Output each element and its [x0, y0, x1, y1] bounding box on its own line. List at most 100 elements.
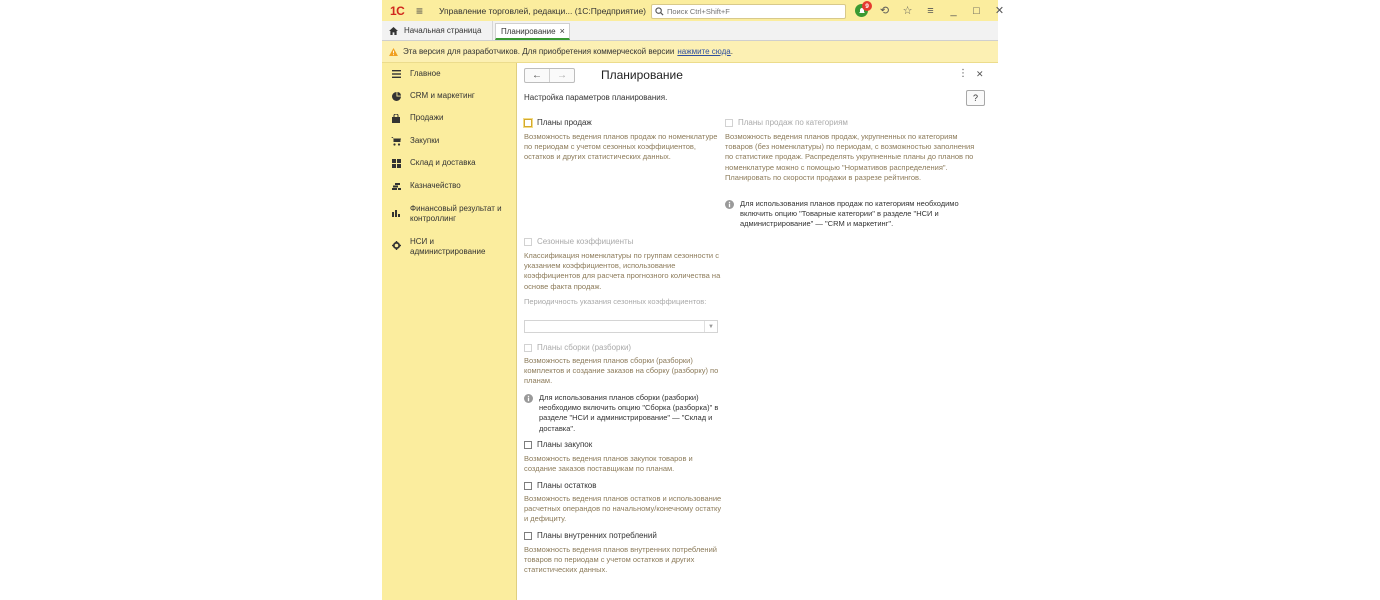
close-window-button[interactable]: ✕	[988, 4, 1011, 17]
search-icon	[655, 7, 664, 16]
sidebar-item-main[interactable]: Главное	[382, 69, 516, 79]
tab-planning-label: Планирование	[501, 26, 556, 36]
title-bar-icons: 9 ⟲ ☆ ≡ _ □ ✕	[850, 0, 1011, 21]
grid-icon	[382, 158, 410, 168]
sidebar-item-label: Склад и доставка	[410, 158, 476, 167]
info-icon	[725, 200, 734, 209]
cart-icon	[382, 136, 410, 146]
more-actions-icon[interactable]: ⋮	[958, 68, 968, 79]
sales-plans-description: Возможность ведения планов продаж по ном…	[524, 132, 718, 162]
sidebar-item-label: НСИ и администрирование	[410, 237, 486, 256]
banner-link[interactable]: нажмите сюда	[677, 47, 730, 56]
sidebar-item-label: Казначейство	[410, 181, 461, 190]
history-icon: ⟲	[879, 5, 890, 17]
assembly-checkbox[interactable]: Планы сборки (разборки)	[524, 343, 631, 352]
stock-plans-checkbox[interactable]: Планы остатков	[524, 481, 597, 490]
seasonal-checkbox[interactable]: Сезонные коэффициенты	[524, 237, 633, 246]
checkbox-box[interactable]	[524, 481, 532, 490]
pie-chart-icon	[382, 91, 410, 101]
sidebar-item-treasury[interactable]: Казначейство	[382, 181, 516, 191]
banner-suffix: .	[730, 47, 733, 56]
favorites-button[interactable]: ☆	[896, 4, 919, 17]
maximize-icon: □	[973, 4, 980, 17]
search-box[interactable]	[651, 4, 846, 19]
menu-lines-icon	[382, 69, 410, 78]
tab-home-label: Начальная страница	[404, 26, 482, 35]
coins-icon	[382, 181, 410, 191]
home-icon	[389, 26, 398, 35]
seasonal-description: Классификация номенклатуры по группам се…	[524, 251, 721, 291]
arrow-right-icon: →	[557, 70, 567, 81]
sales-plans-label: Планы продаж	[537, 118, 592, 127]
window-title: Управление торговлей, редакци... (1С:Пре…	[439, 5, 646, 16]
checkbox-box[interactable]	[524, 237, 532, 246]
history-button[interactable]: ⟲	[873, 4, 896, 17]
purchase-plans-label: Планы закупок	[537, 440, 593, 449]
checkbox-box[interactable]	[725, 118, 733, 127]
page-title: Планирование	[601, 68, 683, 82]
tab-home[interactable]: Начальная страница	[382, 21, 493, 40]
sections-panel: Главное CRM и маркетинг Продажи Закупки …	[382, 63, 517, 600]
tabs-bar: Начальная страница Планирование ×	[382, 21, 998, 41]
arrow-left-icon: ←	[532, 70, 542, 81]
notification-badge: 9	[862, 1, 872, 11]
gear-icon	[382, 237, 410, 250]
checkbox-box[interactable]	[524, 118, 532, 127]
internal-plans-description: Возможность ведения планов внутренних по…	[524, 545, 717, 575]
checkbox-box[interactable]	[524, 440, 532, 449]
star-icon: ☆	[902, 5, 913, 17]
sidebar-item-label: Продажи	[410, 113, 444, 122]
sidebar-item-label: CRM и маркетинг	[410, 91, 475, 100]
stock-plans-label: Планы остатков	[537, 481, 597, 490]
purchase-plans-description: Возможность ведения планов закупок товар…	[524, 454, 693, 474]
stock-plans-description: Возможность ведения планов остатков и ис…	[524, 494, 722, 524]
internal-plans-label: Планы внутренних потреблений	[537, 531, 657, 540]
checkbox-box[interactable]	[524, 531, 532, 540]
category-plans-description: Возможность ведения планов продаж, укруп…	[725, 132, 975, 182]
bell-icon: 9	[855, 1, 872, 17]
category-plans-label: Планы продаж по категориям	[738, 118, 848, 127]
assembly-label: Планы сборки (разборки)	[537, 343, 632, 352]
help-button[interactable]: ?	[966, 90, 985, 106]
app-window: 1С ≡ Управление торговлей, редакци... (1…	[382, 0, 1004, 600]
maximize-button[interactable]: □	[965, 5, 988, 17]
sales-plans-checkbox[interactable]: Планы продаж	[524, 118, 592, 127]
form-close-icon[interactable]: ✕	[976, 69, 984, 80]
sidebar-item-warehouse[interactable]: Склад и доставка	[382, 158, 516, 168]
info-icon	[524, 394, 533, 403]
warning-icon	[389, 47, 398, 56]
period-select[interactable]: ▼	[524, 320, 718, 333]
tab-close-icon[interactable]: ×	[560, 26, 565, 36]
minimize-icon: _	[950, 4, 957, 17]
app-logo: 1С	[390, 3, 405, 18]
internal-plans-checkbox[interactable]: Планы внутренних потреблений	[524, 531, 657, 540]
main-menu-icon[interactable]: ≡	[416, 0, 423, 21]
category-plans-info: Для использования планов продаж по катег…	[725, 199, 987, 230]
sidebar-item-financial[interactable]: Финансовый результат и контроллинг	[382, 204, 516, 224]
bar-chart-icon	[382, 204, 410, 217]
sidebar-item-label: Закупки	[410, 136, 440, 145]
back-button[interactable]: ←	[525, 69, 549, 82]
assembly-description: Возможность ведения планов сборки (разбо…	[524, 356, 719, 386]
functions-button[interactable]: ≡	[919, 5, 942, 17]
seasonal-label: Сезонные коэффициенты	[537, 237, 634, 246]
tab-planning[interactable]: Планирование ×	[495, 23, 570, 40]
minimize-button[interactable]: _	[942, 5, 965, 17]
title-bar: 1С ≡ Управление торговлей, редакци... (1…	[382, 0, 1004, 22]
notifications-button[interactable]: 9	[850, 1, 873, 17]
close-icon: ✕	[994, 5, 1005, 17]
category-plans-checkbox[interactable]: Планы продаж по категориям	[725, 118, 848, 127]
checkbox-box[interactable]	[524, 343, 532, 352]
sidebar-item-crm[interactable]: CRM и маркетинг	[382, 91, 516, 101]
sidebar-item-purchases[interactable]: Закупки	[382, 136, 516, 146]
sidebar-item-admin[interactable]: НСИ и администрирование	[382, 237, 516, 257]
purchase-plans-checkbox[interactable]: Планы закупок	[524, 440, 592, 449]
sidebar-item-sales[interactable]: Продажи	[382, 113, 516, 123]
forward-button[interactable]: →	[549, 69, 574, 82]
banner-text: Эта версия для разработчиков. Для приобр…	[403, 47, 675, 56]
nav-buttons: ← →	[524, 68, 575, 83]
planning-form: ← → Планирование ⋮ ✕ Настройка параметро…	[517, 63, 998, 600]
search-input[interactable]	[664, 7, 842, 16]
chevron-down-icon[interactable]: ▼	[704, 321, 717, 332]
assembly-info: Для использования планов сборки (разборк…	[524, 393, 724, 434]
